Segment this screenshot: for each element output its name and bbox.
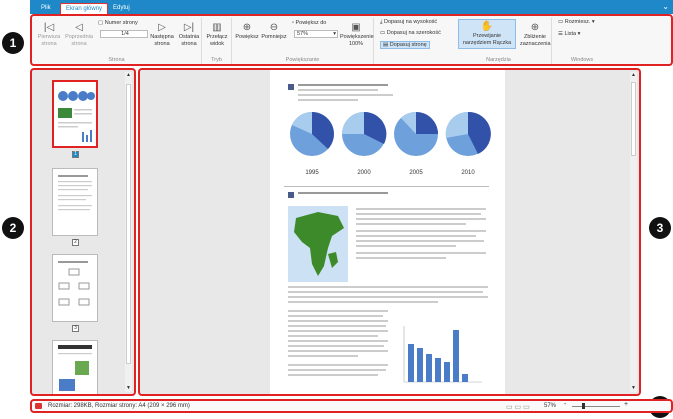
thumbnail-number-2: 2	[72, 239, 79, 246]
heading-bullet	[288, 84, 294, 90]
zoom-100-icon: ▣	[351, 22, 361, 33]
tab-edytuj[interactable]: Edytuj	[108, 3, 135, 14]
bar-chart-image	[403, 326, 482, 383]
group-tryb: ▥ Przełącz widok Tryb	[202, 18, 232, 64]
zoom-out-icon: ⊖	[269, 22, 279, 33]
document-scrollbar[interactable]: ▲ ▼	[630, 72, 637, 392]
document-view: 1995 2000 2005 2010 ▲ ▼	[138, 68, 641, 396]
group-label-tryb: Tryb	[211, 57, 222, 63]
switch-view-icon: ▥	[212, 22, 222, 33]
document-icon: ▢	[98, 20, 105, 26]
thumbnail-page-1[interactable]	[52, 80, 98, 148]
thumbnail-content	[58, 345, 92, 391]
page-number-label: ▢ Numer strony	[98, 20, 138, 26]
thumbnail-content	[58, 261, 90, 306]
chevron-down-icon: ▾	[333, 31, 336, 37]
heading-bullet	[288, 192, 294, 198]
title-bar: Plik Ekran główny Edytuj ⌄	[30, 0, 673, 14]
scroll-down-icon[interactable]: ▼	[630, 385, 637, 392]
thumbnail-content	[58, 91, 95, 142]
zoom-in-icon[interactable]: +	[624, 401, 628, 408]
page-number-field[interactable]: 1/4	[100, 30, 148, 38]
document-page: 1995 2000 2005 2010	[270, 70, 505, 394]
thumbnail-page-2[interactable]	[52, 168, 98, 236]
thumbnail-panel: 1 2 3 ▲ ▼	[30, 68, 136, 396]
world-map-image	[288, 206, 348, 282]
fit-page-button[interactable]: ▤ Dopasuj stronę	[380, 41, 430, 49]
sizes-button[interactable]: ▭ Rozmiesz. ▾	[558, 19, 595, 25]
scroll-down-icon[interactable]: ▼	[125, 385, 132, 392]
fit-height-button[interactable]: ⤓ Dopasuj na wysokość	[380, 19, 437, 26]
sizes-icon: ▭	[558, 19, 565, 25]
callout-2: 2	[2, 217, 24, 239]
zoom-slider[interactable]	[572, 406, 620, 407]
ribbon: |◁ Pierwsza strona ◁ Poprzednia strona ▢ N…	[30, 14, 673, 66]
view-mode-icons[interactable]: ▭ ▭ ▭	[506, 403, 530, 411]
fit-page-icon: ▤	[383, 42, 390, 48]
fit-width-icon: ▭	[380, 30, 387, 36]
list-button[interactable]: ☰ Lista ▾	[558, 31, 580, 37]
zoom-level-label: ▫ Powiększ do	[292, 20, 327, 26]
scrollbar-thumb[interactable]	[126, 84, 131, 364]
pie-charts: 1995 2000 2005 2010	[290, 111, 491, 176]
callout-3: 3	[649, 217, 671, 239]
thumbnail-number-3: 3	[72, 325, 79, 332]
zoom-selection-icon: ⊕	[530, 22, 540, 33]
thumbnail-number-1: 1	[72, 151, 79, 158]
tab-plik[interactable]: Plik	[36, 3, 56, 14]
document-info: Rozmiar: 298KB, Rozmiar strony: A4 (209 …	[48, 403, 190, 409]
scrollbar-thumb[interactable]	[631, 82, 636, 156]
pie-label-2010: 2010	[461, 170, 475, 176]
zoom-slider-handle[interactable]	[582, 403, 585, 409]
zoom-out-button[interactable]: ⊖ Pomniejsz	[260, 22, 288, 41]
scroll-up-icon[interactable]: ▲	[125, 72, 132, 79]
zoom-level-select[interactable]: 57% ▾	[294, 30, 338, 38]
zoom-in-button[interactable]: ⊕ Powiększ	[234, 22, 260, 41]
thumbnail-page-4[interactable]	[52, 340, 98, 394]
first-page-icon: |◁	[43, 22, 55, 33]
first-page-button[interactable]: |◁ Pierwsza strona	[36, 22, 62, 47]
prev-page-icon: ◁	[75, 22, 83, 33]
thumbnail-page-3[interactable]	[52, 254, 98, 322]
zoom-out-icon[interactable]: -	[564, 401, 566, 408]
collapse-ribbon-icon[interactable]: ⌄	[662, 2, 669, 11]
group-label-windows: Windows	[570, 57, 594, 63]
group-label-strona: Strona	[108, 57, 125, 63]
zoom-in-icon: ⊕	[242, 22, 252, 33]
last-page-button[interactable]: ▷| Ostatnia strona	[176, 22, 202, 47]
prev-page-button[interactable]: ◁ Poprzednia strona	[62, 22, 96, 47]
pie-label-1995: 1995	[305, 170, 319, 176]
thumbnail-content	[58, 175, 92, 211]
group-label-powiekszanie: Powiększanie	[285, 57, 320, 63]
group-dopasuj: ⤓ Dopasuj na wysokość ▭ Dopasuj na szero…	[374, 18, 446, 64]
next-page-button[interactable]: ▷ Następna strona	[148, 22, 176, 47]
fit-width-button[interactable]: ▭ Dopasuj na szerokość	[380, 30, 441, 36]
scroll-up-icon[interactable]: ▲	[630, 72, 637, 79]
tab-ekran-glowny[interactable]: Ekran główny	[60, 3, 109, 14]
next-page-icon: ▷	[158, 22, 166, 33]
group-strona: |◁ Pierwsza strona ◁ Poprzednia strona ▢ N…	[32, 18, 202, 64]
last-page-icon: ▷|	[183, 22, 195, 33]
group-label-narzedzia: Narzędzia	[486, 57, 511, 63]
zoom-selection-button[interactable]: ⊕ Zbliżenie zaznaczenia	[520, 22, 551, 47]
thumbnail-scrollbar[interactable]: ▲ ▼	[125, 72, 132, 392]
zoom-100-button[interactable]: ▣ Powiększenie 100%	[340, 22, 374, 47]
hand-icon: ✋	[480, 21, 494, 32]
pdf-icon	[35, 403, 42, 409]
status-bar: Rozmiar: 298KB, Rozmiar strony: A4 (209 …	[30, 399, 673, 413]
pie-label-2000: 2000	[357, 170, 371, 176]
zoom-percent: 57%	[544, 403, 557, 409]
group-windows: ▭ Rozmiesz. ▾ ☰ Lista ▾ Windows	[552, 18, 612, 64]
group-powiekszanie: ⊕ Powiększ ⊖ Pomniejsz ▫ Powiększ do 57% ▾ …	[232, 18, 374, 64]
hand-tool-button[interactable]: ✋ Przewijanie narzędziem Rączka	[458, 19, 516, 49]
group-narzedzia: ✋ Przewijanie narzędziem Rączka ⊕ Zbliżeni…	[446, 18, 552, 64]
pie-label-2005: 2005	[409, 170, 423, 176]
switch-view-button[interactable]: ▥ Przełącz widok	[204, 22, 230, 47]
callout-1: 1	[2, 32, 24, 54]
